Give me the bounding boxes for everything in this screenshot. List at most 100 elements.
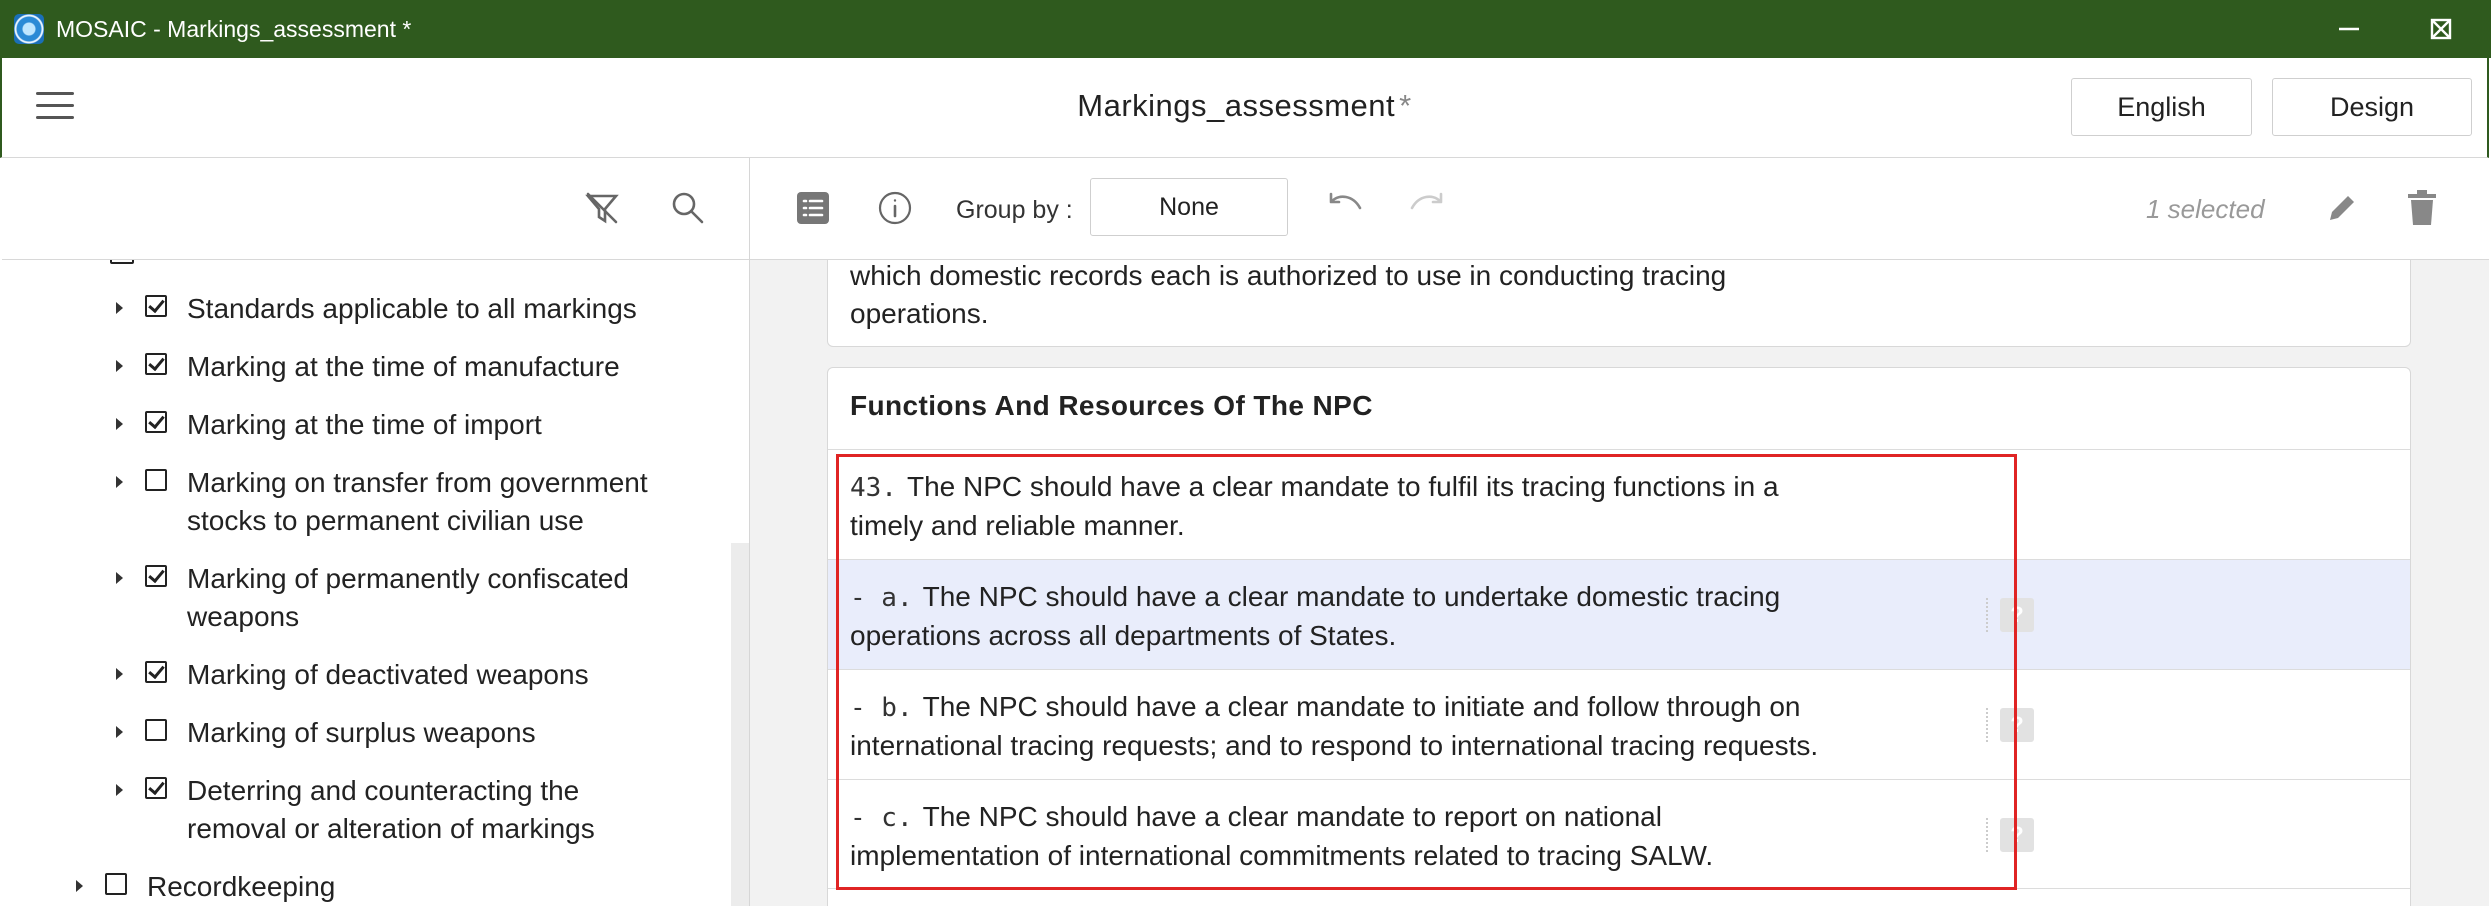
tree-item-label-line2: weapons (187, 601, 300, 632)
checkbox-checked[interactable] (145, 565, 167, 587)
dotted-divider (1986, 708, 1988, 742)
tree-item-label: Marking of surplus weapons (187, 717, 536, 748)
tree-item[interactable]: Recordkeeping (76, 868, 335, 906)
expand-caret-icon[interactable] (116, 726, 123, 738)
previous-card: which domestic records each is authorize… (827, 260, 2411, 347)
app-header: Markings_assessment * English Design (0, 58, 2489, 158)
delete-button[interactable] (2405, 189, 2439, 232)
tree-item-label: Standards applicable to all markings (187, 293, 637, 324)
clear-filter-button[interactable] (584, 190, 620, 231)
minimize-button[interactable] (2303, 0, 2395, 58)
group-by-select[interactable]: None (1090, 178, 1288, 236)
search-icon (672, 192, 704, 224)
undo-button[interactable] (1325, 190, 1365, 231)
expand-caret-icon[interactable] (116, 668, 123, 680)
document-title-text: Markings_assessment (1077, 88, 1396, 123)
question-text: - a. The NPC should have a clear mandate … (850, 578, 1930, 655)
previous-card-line2: operations. (850, 298, 989, 329)
language-button[interactable]: English (2071, 78, 2252, 136)
tree-item-label: Marking on transfer from government stoc… (187, 464, 648, 540)
question-row-a-selected[interactable]: - a. The NPC should have a clear mandate … (828, 559, 2410, 669)
expand-caret-icon[interactable] (116, 360, 123, 372)
expand-caret-icon[interactable] (116, 784, 123, 796)
expand-caret-icon[interactable] (116, 476, 123, 488)
question-line1: The NPC should have a clear mandate to r… (922, 801, 1662, 832)
question-text: - c. The NPC should have a clear mandate … (850, 798, 1930, 875)
list-icon (797, 192, 829, 224)
tree-item-label: Marking at the time of import (187, 409, 542, 440)
tree-item-label-line1: Deterring and counteracting the (187, 775, 580, 806)
checkbox-checked[interactable] (145, 661, 167, 683)
question-line2: timely and reliable manner. (850, 510, 1185, 541)
tree-item-label: Marking of deactivated weapons (187, 659, 589, 690)
partial-checkbox[interactable] (110, 260, 134, 264)
question-row-b[interactable]: - b. The NPC should have a clear mandate … (828, 669, 2410, 779)
dotted-divider (1986, 598, 1988, 632)
checkbox-checked[interactable] (145, 295, 167, 317)
question-text: - b. The NPC should have a clear mandate … (850, 688, 1930, 765)
tree-item[interactable]: Marking at the time of import (116, 406, 542, 444)
tree-item[interactable]: Marking of surplus weapons (116, 714, 536, 752)
section-card: Functions And Resources Of The NPC 43. Th… (827, 367, 2411, 906)
tree-item-label: Marking at the time of manufacture (187, 351, 620, 382)
checkbox-unchecked[interactable] (145, 469, 167, 491)
modified-indicator: * (1399, 88, 1412, 123)
expand-caret-icon[interactable] (76, 880, 83, 892)
content-pane: which domestic records each is authorize… (750, 260, 2489, 906)
tree-item-label: Deterring and counteracting the removal … (187, 772, 595, 848)
window-title: MOSAIC - Markings_assessment * (56, 15, 412, 42)
checkbox-checked[interactable] (145, 777, 167, 799)
question-row-c[interactable]: - c. The NPC should have a clear mandate … (828, 779, 2410, 889)
tree-item-label-line2: stocks to permanent civilian use (187, 505, 584, 536)
tree-item[interactable]: Marking of permanently confiscated weapo… (116, 560, 629, 636)
search-button[interactable] (670, 190, 706, 231)
edit-button[interactable] (2324, 190, 2360, 231)
close-button[interactable] (2395, 0, 2487, 58)
outline-tree: Standards applicable to all markings Mar… (2, 260, 730, 906)
minimize-icon (2339, 27, 2359, 31)
question-line2: international tracing requests; and to r… (850, 730, 1819, 761)
group-by-label: Group by : (956, 196, 1073, 224)
unanswered-badge[interactable]: ? (2000, 708, 2034, 742)
previous-card-text: which domestic records each is authorize… (850, 260, 1726, 333)
checkbox-unchecked[interactable] (145, 719, 167, 741)
checkbox-checked[interactable] (145, 411, 167, 433)
question-line1: The NPC should have a clear mandate to f… (906, 471, 1779, 502)
tree-toolbar (2, 158, 749, 260)
tree-scrollbar[interactable] (731, 543, 749, 906)
redo-button[interactable] (1407, 190, 1447, 231)
tree-item[interactable]: Deterring and counteracting the removal … (116, 772, 595, 848)
list-view-button[interactable] (795, 190, 831, 231)
title-bar: MOSAIC - Markings_assessment * (0, 0, 2491, 58)
checkbox-unchecked[interactable] (105, 873, 127, 895)
tree-item-label-line1: Marking of permanently confiscated (187, 563, 629, 594)
tree-item[interactable]: Standards applicable to all markings (116, 290, 637, 328)
unanswered-badge[interactable]: ? (2000, 818, 2034, 852)
tree-item-label: Marking of permanently confiscated weapo… (187, 560, 629, 636)
question-number: 43. (850, 473, 897, 503)
question-number: - b. (850, 693, 913, 723)
pencil-icon (2330, 196, 2354, 220)
info-icon (878, 191, 912, 225)
checkbox-checked[interactable] (145, 353, 167, 375)
unanswered-badge[interactable]: ? (2000, 598, 2034, 632)
tree-item[interactable]: Marking at the time of manufacture (116, 348, 620, 386)
info-button[interactable] (877, 190, 913, 231)
tree-item-label-line1: Marking on transfer from government (187, 467, 648, 498)
question-line1: The NPC should have a clear mandate to u… (922, 581, 1781, 612)
question-line2: implementation of international commitme… (850, 840, 1714, 871)
previous-card-line1: which domestic records each is authorize… (850, 260, 1727, 291)
undo-icon (1329, 192, 1362, 210)
tree-item[interactable]: Marking on transfer from government stoc… (116, 464, 648, 540)
tree-item[interactable]: Marking of deactivated weapons (116, 656, 589, 694)
expand-caret-icon[interactable] (116, 418, 123, 430)
expand-caret-icon[interactable] (116, 572, 123, 584)
expand-caret-icon[interactable] (116, 302, 123, 314)
tree-item-label-line2: removal or alteration of markings (187, 813, 595, 844)
close-icon (2431, 19, 2451, 39)
redo-icon (1410, 192, 1443, 210)
design-button[interactable]: Design (2272, 78, 2472, 136)
question-row-43[interactable]: 43. The NPC should have a clear mandate t… (828, 449, 2410, 559)
selection-count: 1 selected (2146, 194, 2265, 224)
question-line1: The NPC should have a clear mandate to i… (922, 691, 1801, 722)
